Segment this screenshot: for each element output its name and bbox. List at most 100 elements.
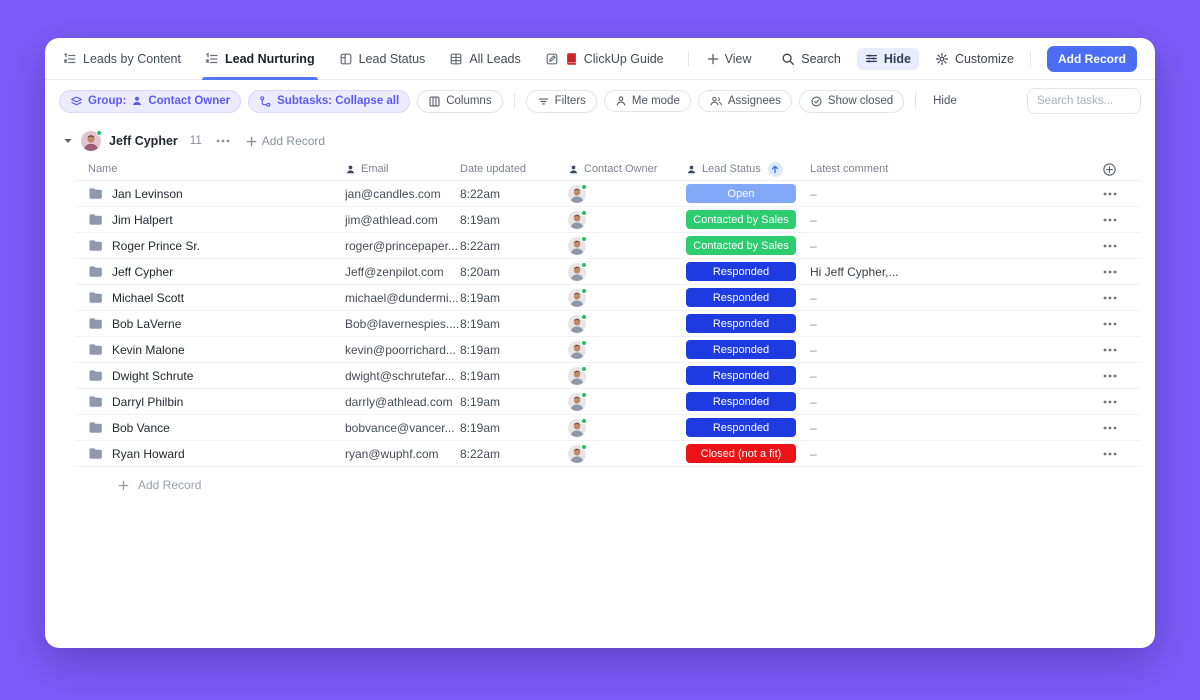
lead-email[interactable]: darrly@athlead.com: [345, 395, 460, 409]
row-more-icon[interactable]: [1103, 426, 1141, 430]
assignees-pill[interactable]: Assignees: [697, 90, 792, 112]
add-view-button[interactable]: View: [707, 38, 752, 79]
row-more-icon[interactable]: [1103, 296, 1141, 300]
lead-status-badge[interactable]: Contacted by Sales: [686, 236, 796, 255]
contact-owner-avatar[interactable]: [568, 209, 587, 229]
group-more-icon[interactable]: [216, 139, 230, 143]
tab-lead-status[interactable]: Lead Status: [339, 38, 425, 79]
column-header-name[interactable]: Name: [75, 163, 345, 175]
lead-email[interactable]: jim@athlead.com: [345, 213, 460, 227]
add-column-icon[interactable]: [1102, 162, 1141, 177]
contact-owner-avatar[interactable]: [568, 183, 587, 203]
lead-status-badge[interactable]: Responded: [686, 340, 796, 359]
table-row[interactable]: Bob Vance bobvance@vancer... 8:19am Resp…: [75, 415, 1141, 441]
row-more-icon[interactable]: [1103, 400, 1141, 404]
row-more-icon[interactable]: [1103, 348, 1141, 352]
person-icon: [686, 164, 697, 175]
lead-status-badge[interactable]: Contacted by Sales: [686, 210, 796, 229]
lead-name[interactable]: Darryl Philbin: [112, 395, 183, 409]
row-more-icon[interactable]: [1103, 374, 1141, 378]
filters-pill[interactable]: Filters: [525, 89, 597, 113]
table-row[interactable]: Michael Scott michael@dundermi... 8:19am…: [75, 285, 1141, 311]
lead-name[interactable]: Ryan Howard: [112, 447, 185, 461]
tab-all-leads[interactable]: All Leads: [449, 38, 521, 79]
row-more-icon[interactable]: [1103, 192, 1141, 196]
lead-status-badge[interactable]: Closed (not a fit): [686, 444, 796, 463]
lead-email[interactable]: michael@dundermi...: [345, 291, 460, 305]
lead-status-badge[interactable]: Responded: [686, 262, 796, 281]
add-record-row[interactable]: Add Record: [75, 467, 1141, 492]
lead-status-badge[interactable]: Open: [686, 184, 796, 203]
column-header-email[interactable]: Email: [345, 163, 460, 175]
row-more-icon[interactable]: [1103, 452, 1141, 456]
columns-pill[interactable]: Columns: [417, 89, 503, 113]
table-row[interactable]: Jan Levinson jan@candles.com 8:22am Open…: [75, 181, 1141, 207]
group-count: 11: [189, 135, 202, 147]
search-tasks-input[interactable]: [1027, 88, 1141, 114]
lead-email[interactable]: jan@candles.com: [345, 187, 460, 201]
group-add-record-button[interactable]: Add Record: [246, 134, 325, 148]
lead-name[interactable]: Jeff Cypher: [112, 265, 173, 279]
row-more-icon[interactable]: [1103, 270, 1141, 274]
lead-email[interactable]: ryan@wuphf.com: [345, 447, 460, 461]
contact-owner-avatar[interactable]: [568, 235, 587, 255]
contact-owner-avatar[interactable]: [568, 417, 587, 437]
tab-leads-by-content[interactable]: Leads by Content: [63, 38, 181, 79]
lead-status-badge[interactable]: Responded: [686, 366, 796, 385]
tab-clickup-guide[interactable]: ClickUp Guide: [545, 38, 664, 79]
lead-status-badge[interactable]: Responded: [686, 392, 796, 411]
add-record-button[interactable]: Add Record: [1046, 45, 1137, 72]
lead-status-badge[interactable]: Responded: [686, 288, 796, 307]
group-by-pill[interactable]: Group: Contact Owner: [59, 89, 242, 113]
subtasks-pill[interactable]: Subtasks: Collapse all: [248, 89, 411, 113]
contact-owner-avatar[interactable]: [568, 261, 587, 281]
contact-owner-avatar[interactable]: [568, 443, 587, 463]
search-button[interactable]: Search: [781, 52, 841, 66]
group-name[interactable]: Jeff Cypher: [109, 134, 178, 148]
chevron-down-icon[interactable]: [63, 136, 73, 146]
sort-ascending-icon[interactable]: [767, 161, 783, 177]
table-row[interactable]: Jim Halpert jim@athlead.com 8:19am Conta…: [75, 207, 1141, 233]
row-more-icon[interactable]: [1103, 244, 1141, 248]
lead-email[interactable]: Bob@lavernespies....: [345, 317, 460, 331]
table-row[interactable]: Jeff Cypher Jeff@zenpilot.com 8:20am Res…: [75, 259, 1141, 285]
table-row[interactable]: Ryan Howard ryan@wuphf.com 8:22am Closed…: [75, 441, 1141, 467]
lead-email[interactable]: kevin@poorrichard...: [345, 343, 460, 357]
lead-name[interactable]: Dwight Schrute: [112, 369, 193, 383]
lead-name[interactable]: Jim Halpert: [112, 213, 173, 227]
row-more-icon[interactable]: [1103, 322, 1141, 326]
contact-owner-avatar[interactable]: [568, 365, 587, 385]
table-row[interactable]: Bob LaVerne Bob@lavernespies.... 8:19am …: [75, 311, 1141, 337]
table-row[interactable]: Dwight Schrute dwight@schrutefar... 8:19…: [75, 363, 1141, 389]
column-header-latest-comment[interactable]: Latest comment: [810, 163, 1060, 175]
lead-email[interactable]: dwight@schrutefar...: [345, 369, 460, 383]
contact-owner-avatar[interactable]: [568, 287, 587, 307]
hide-fields-button[interactable]: Hide: [856, 47, 919, 70]
tab-lead-nurturing[interactable]: Lead Nurturing: [202, 38, 318, 80]
contact-owner-avatar[interactable]: [568, 391, 587, 411]
table-row[interactable]: Roger Prince Sr. roger@princepaper... 8:…: [75, 233, 1141, 259]
customize-button[interactable]: Customize: [935, 52, 1014, 66]
me-mode-pill[interactable]: Me mode: [603, 90, 691, 112]
lead-status-badge[interactable]: Responded: [686, 314, 796, 333]
row-more-icon[interactable]: [1103, 218, 1141, 222]
contact-owner-avatar[interactable]: [568, 339, 587, 359]
lead-name[interactable]: Kevin Malone: [112, 343, 185, 357]
lead-email[interactable]: bobvance@vancer...: [345, 421, 460, 435]
column-header-contact-owner[interactable]: Contact Owner: [568, 163, 686, 175]
lead-name[interactable]: Michael Scott: [112, 291, 184, 305]
lead-email[interactable]: roger@princepaper...: [345, 239, 460, 253]
show-closed-pill[interactable]: Show closed: [798, 89, 905, 113]
lead-name[interactable]: Jan Levinson: [112, 187, 183, 201]
table-row[interactable]: Darryl Philbin darrly@athlead.com 8:19am…: [75, 389, 1141, 415]
contact-owner-avatar[interactable]: [568, 313, 587, 333]
lead-email[interactable]: Jeff@zenpilot.com: [345, 265, 460, 279]
table-row[interactable]: Kevin Malone kevin@poorrichard... 8:19am…: [75, 337, 1141, 363]
hide-link[interactable]: Hide: [933, 95, 957, 107]
lead-name[interactable]: Roger Prince Sr.: [112, 239, 200, 253]
lead-name[interactable]: Bob Vance: [112, 421, 170, 435]
lead-status-badge[interactable]: Responded: [686, 418, 796, 437]
lead-name[interactable]: Bob LaVerne: [112, 317, 181, 331]
column-header-date-updated[interactable]: Date updated: [460, 163, 568, 175]
column-header-lead-status[interactable]: Lead Status: [686, 161, 810, 177]
